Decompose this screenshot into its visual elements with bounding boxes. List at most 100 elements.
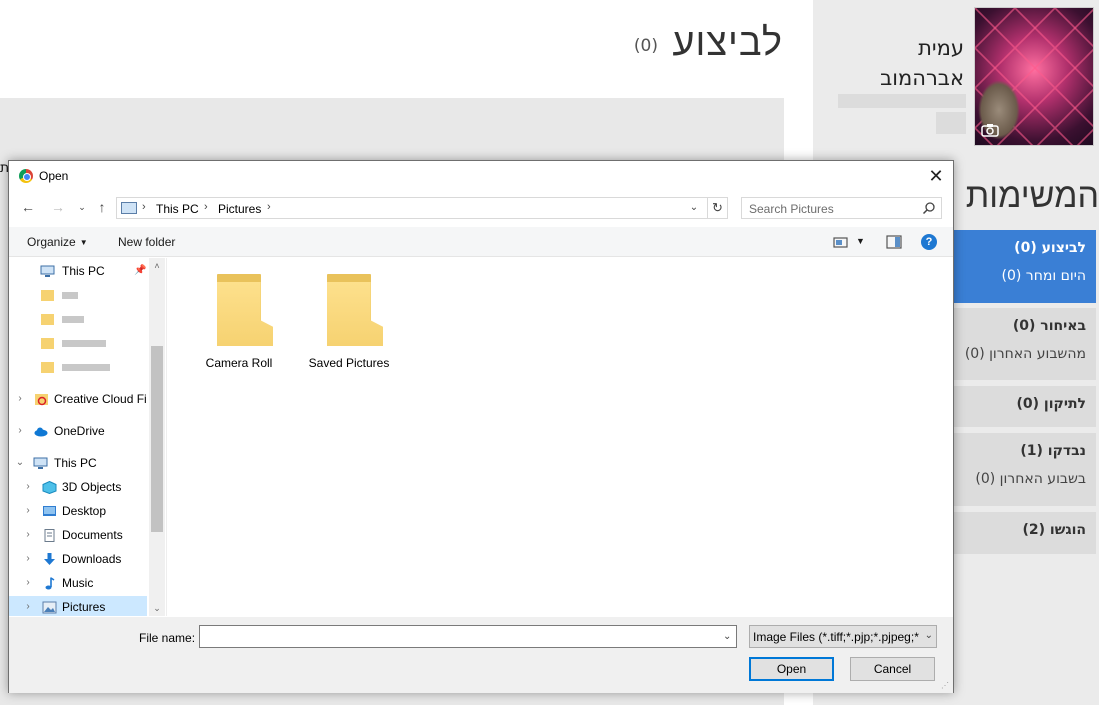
folder-icon	[41, 362, 54, 373]
navigation-pane: This PC 📌 › Creative Cloud Fil › OneDriv…	[9, 258, 165, 616]
status-submitted[interactable]: הוגשו (2)	[953, 512, 1096, 554]
status-sublabel: היום ומחר (0)	[1001, 268, 1086, 284]
scroll-up-icon[interactable]: ˄	[149, 258, 165, 274]
status-checked[interactable]: נבדקו (1) בשבוע האחרון (0)	[953, 433, 1096, 506]
nav-item-label: Pictures	[62, 600, 106, 614]
desktop-icon	[43, 506, 56, 516]
address-bar[interactable]: › This PC › Pictures › ⌄ ↻	[116, 197, 728, 219]
chevron-right-icon[interactable]: ›	[23, 548, 33, 570]
nav-item-creative-cloud[interactable]: › Creative Cloud Fil	[9, 388, 147, 410]
blurred-label	[62, 364, 110, 371]
pc-icon	[33, 457, 48, 469]
file-list-pane: Camera Roll Saved Pictures	[166, 258, 953, 616]
nav-item-downloads[interactable]: › Downloads	[9, 548, 147, 570]
nav-item-3d-objects[interactable]: › 3D Objects	[9, 476, 147, 498]
nav-item-pictures[interactable]: › Pictures	[9, 596, 147, 616]
cancel-button[interactable]: Cancel	[850, 657, 935, 681]
nav-item-this-pc[interactable]: ⌄ This PC	[9, 452, 147, 474]
page-title: לביצוע	[672, 20, 783, 64]
downloads-icon	[44, 553, 55, 565]
pc-icon	[40, 265, 55, 277]
breadcrumb-pictures[interactable]: Pictures	[218, 202, 261, 216]
nav-item-label: Desktop	[62, 504, 107, 518]
nav-item-this-pc-quick[interactable]: This PC 📌	[9, 260, 147, 282]
nav-item-label: OneDrive	[54, 424, 105, 438]
3d-objects-icon	[42, 481, 57, 494]
open-file-dialog: Open ✕ ← → ⌄ ↑ › This PC › Pictures › ⌄ …	[8, 160, 954, 693]
refresh-icon[interactable]: ↻	[707, 198, 727, 218]
status-label: הוגשו (2)	[1022, 522, 1086, 538]
nav-item-blurred[interactable]	[9, 356, 147, 378]
chevron-right-icon[interactable]: ›	[142, 201, 146, 213]
status-label: לביצוע (0)	[1014, 240, 1086, 256]
status-label: נבדקו (1)	[1020, 443, 1086, 459]
new-folder-button[interactable]: New folder	[118, 235, 175, 249]
scroll-thumb[interactable]	[151, 346, 163, 532]
resize-grip-icon[interactable]: ⋰	[941, 681, 951, 691]
address-dropdown-icon[interactable]: ⌄	[685, 199, 703, 217]
music-icon	[45, 577, 55, 590]
help-icon[interactable]: ?	[921, 234, 937, 250]
dialog-titlebar[interactable]: Open ✕	[9, 161, 953, 191]
folder-camera-roll[interactable]: Camera Roll	[194, 272, 284, 370]
open-button[interactable]: Open	[749, 657, 834, 681]
nav-item-desktop[interactable]: › Desktop	[9, 500, 147, 522]
page-title-count: (0)	[633, 36, 658, 56]
chevron-right-icon[interactable]: ›	[267, 201, 271, 213]
command-toolbar: Organize ▼ New folder ▼ ?	[9, 227, 953, 257]
search-icon	[922, 202, 935, 215]
chevron-right-icon[interactable]: ›	[15, 420, 25, 442]
preview-pane-icon[interactable]	[885, 233, 903, 251]
status-to-do[interactable]: לביצוע (0) היום ומחר (0)	[953, 230, 1096, 303]
back-button[interactable]: ←	[19, 198, 37, 216]
close-button[interactable]: ✕	[923, 164, 949, 188]
status-label: באיחור (0)	[1012, 318, 1086, 334]
folder-saved-pictures[interactable]: Saved Pictures	[304, 272, 394, 370]
nav-item-label: This PC	[62, 264, 105, 278]
recent-locations-button[interactable]: ⌄	[73, 198, 91, 216]
folder-label: Camera Roll	[205, 356, 273, 370]
chevron-right-icon[interactable]: ›	[23, 476, 33, 498]
chevron-right-icon[interactable]: ›	[23, 524, 33, 546]
nav-item-music[interactable]: › Music	[9, 572, 147, 594]
organize-button[interactable]: Organize ▼	[27, 235, 88, 249]
nav-item-label: 3D Objects	[62, 480, 122, 494]
chevron-right-icon[interactable]: ›	[23, 596, 33, 616]
view-dropdown-icon[interactable]: ▼	[856, 236, 865, 246]
file-name-input[interactable]	[199, 625, 737, 648]
chevron-right-icon[interactable]: ›	[23, 572, 33, 594]
nav-item-label: Music	[62, 576, 94, 590]
status-to-fix[interactable]: לתיקון (0)	[953, 386, 1096, 427]
search-input[interactable]: Search Pictures	[741, 197, 942, 219]
blurred-info	[936, 112, 966, 134]
status-sublabel: מהשבוע האחרון (0)	[964, 346, 1086, 362]
chevron-right-icon[interactable]: ›	[15, 388, 25, 410]
breadcrumb-this-pc[interactable]: This PC	[156, 202, 199, 216]
nav-item-blurred[interactable]	[9, 332, 147, 354]
status-late[interactable]: באיחור (0) מהשבוע האחרון (0)	[953, 308, 1096, 380]
camera-icon[interactable]	[981, 123, 999, 137]
scroll-down-icon[interactable]: ⌄	[149, 600, 165, 616]
chevron-right-icon[interactable]: ›	[204, 201, 208, 213]
nav-item-onedrive[interactable]: › OneDrive	[9, 420, 147, 442]
forward-button[interactable]: →	[49, 198, 67, 216]
folder-icon	[209, 272, 273, 348]
blurred-label	[62, 316, 84, 323]
nav-item-documents[interactable]: › Documents	[9, 524, 147, 546]
file-type-select[interactable]: Image Files (*.tiff;*.pjp;*.pjpeg;* ⌄	[749, 625, 937, 648]
nav-scrollbar[interactable]: ˄ ⌄	[149, 258, 165, 616]
nav-item-label: Downloads	[62, 552, 122, 566]
blurred-info	[838, 94, 966, 108]
status-label: לתיקון (0)	[1016, 396, 1086, 412]
chevron-down-icon[interactable]: ⌄	[15, 452, 25, 474]
tasks-title: המשימות	[965, 176, 1099, 216]
view-options-icon[interactable]	[832, 233, 850, 251]
blurred-label	[62, 340, 106, 347]
nav-item-label: This PC	[54, 456, 97, 470]
nav-item-blurred[interactable]	[9, 308, 147, 330]
chevron-right-icon[interactable]: ›	[23, 500, 33, 522]
onedrive-icon	[34, 427, 48, 437]
up-button[interactable]: ↑	[93, 198, 111, 216]
nav-item-blurred[interactable]	[9, 284, 147, 306]
organize-label: Organize	[27, 235, 76, 249]
